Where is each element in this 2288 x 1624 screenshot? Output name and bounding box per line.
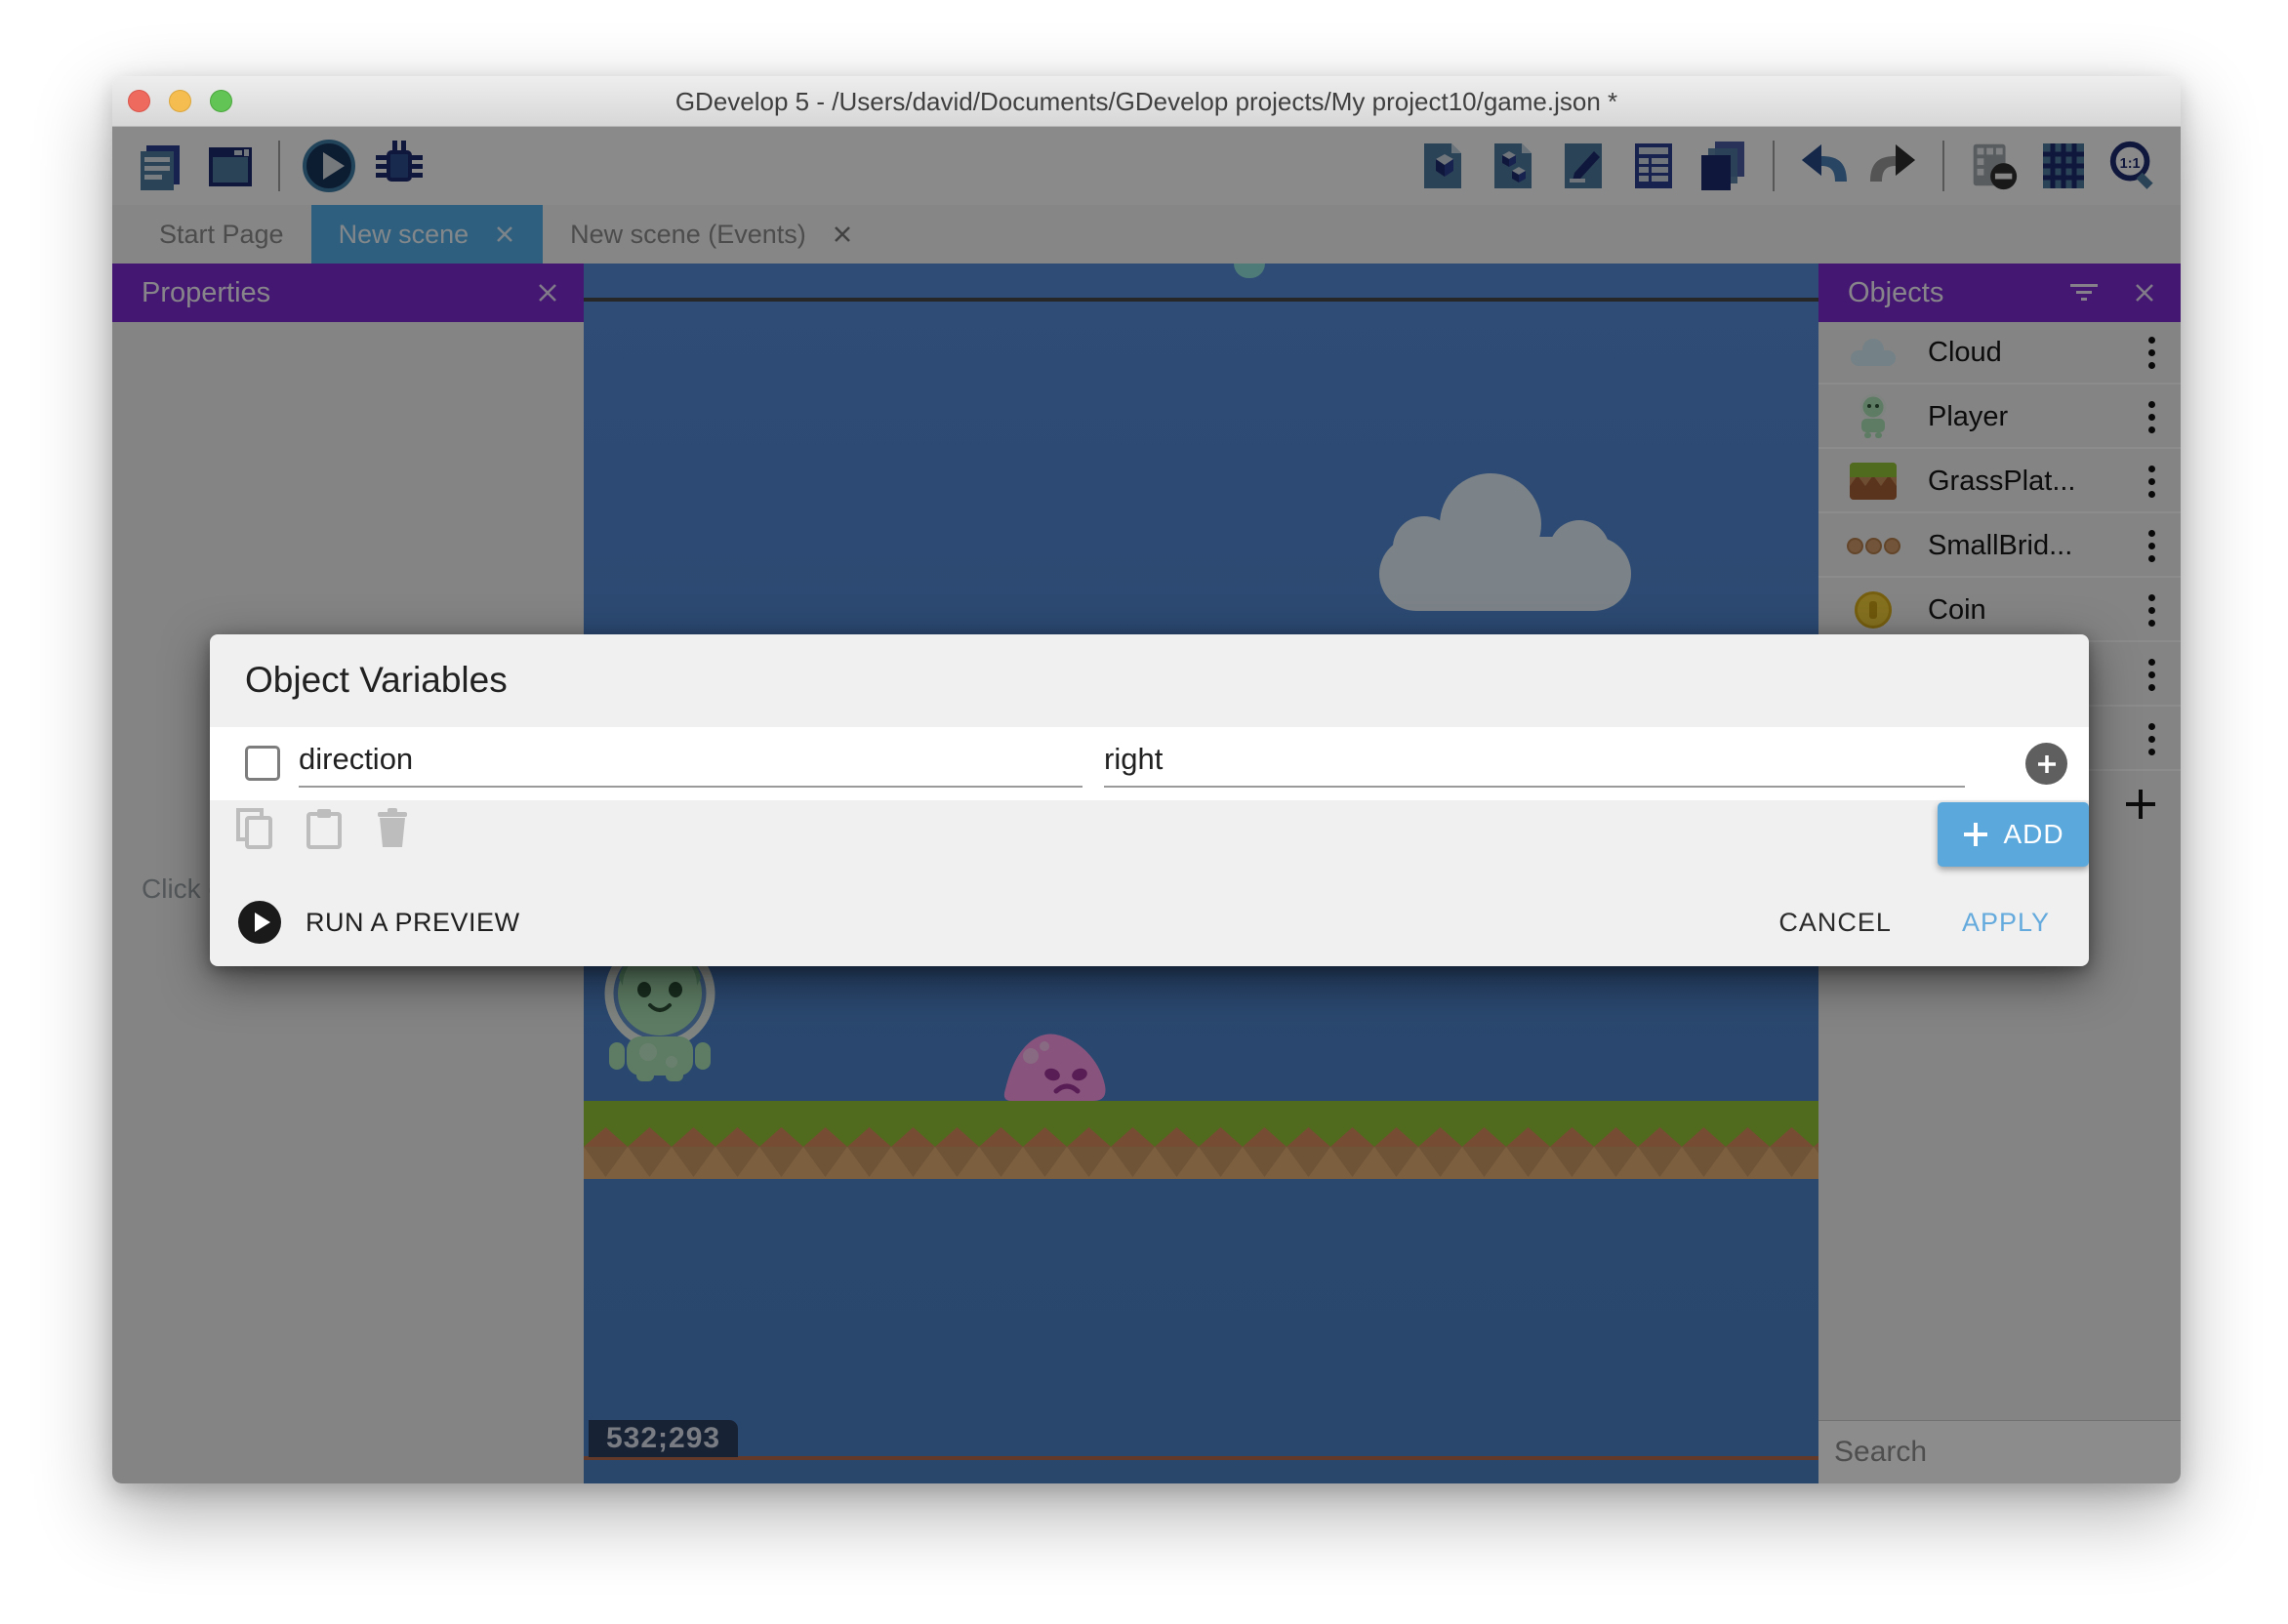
variable-checkbox[interactable] <box>245 746 280 781</box>
copy-icon[interactable] <box>233 806 278 851</box>
variable-name-input[interactable] <box>299 733 1083 788</box>
paste-icon[interactable] <box>302 806 347 851</box>
add-child-variable-button[interactable] <box>2025 743 2067 785</box>
plus-icon <box>2036 753 2058 775</box>
delete-icon[interactable] <box>370 806 415 851</box>
variable-toolbar <box>233 806 415 851</box>
titlebar: GDevelop 5 - /Users/david/Documents/GDev… <box>112 76 2181 127</box>
play-icon <box>237 900 282 945</box>
cancel-button[interactable]: CANCEL <box>1778 908 1892 938</box>
apply-button[interactable]: APPLY <box>1962 908 2050 938</box>
run-preview-button[interactable]: RUN A PREVIEW <box>237 900 520 945</box>
dialog-title: Object Variables <box>245 660 508 701</box>
add-variable-button[interactable]: ADD <box>1938 802 2089 867</box>
window-title: GDevelop 5 - /Users/david/Documents/GDev… <box>112 76 2181 127</box>
dialog-actions: RUN A PREVIEW CANCEL APPLY <box>210 878 2089 966</box>
plus-icon <box>1962 821 1989 848</box>
variable-value-input[interactable] <box>1104 733 1965 788</box>
variable-row <box>210 727 2089 800</box>
gdevelop-window: GDevelop 5 - /Users/david/Documents/GDev… <box>112 76 2181 1483</box>
object-variables-dialog: Object Variables <box>210 634 2089 966</box>
window-content: 1:1 Start Page New scene New scene (Even… <box>112 127 2181 1483</box>
